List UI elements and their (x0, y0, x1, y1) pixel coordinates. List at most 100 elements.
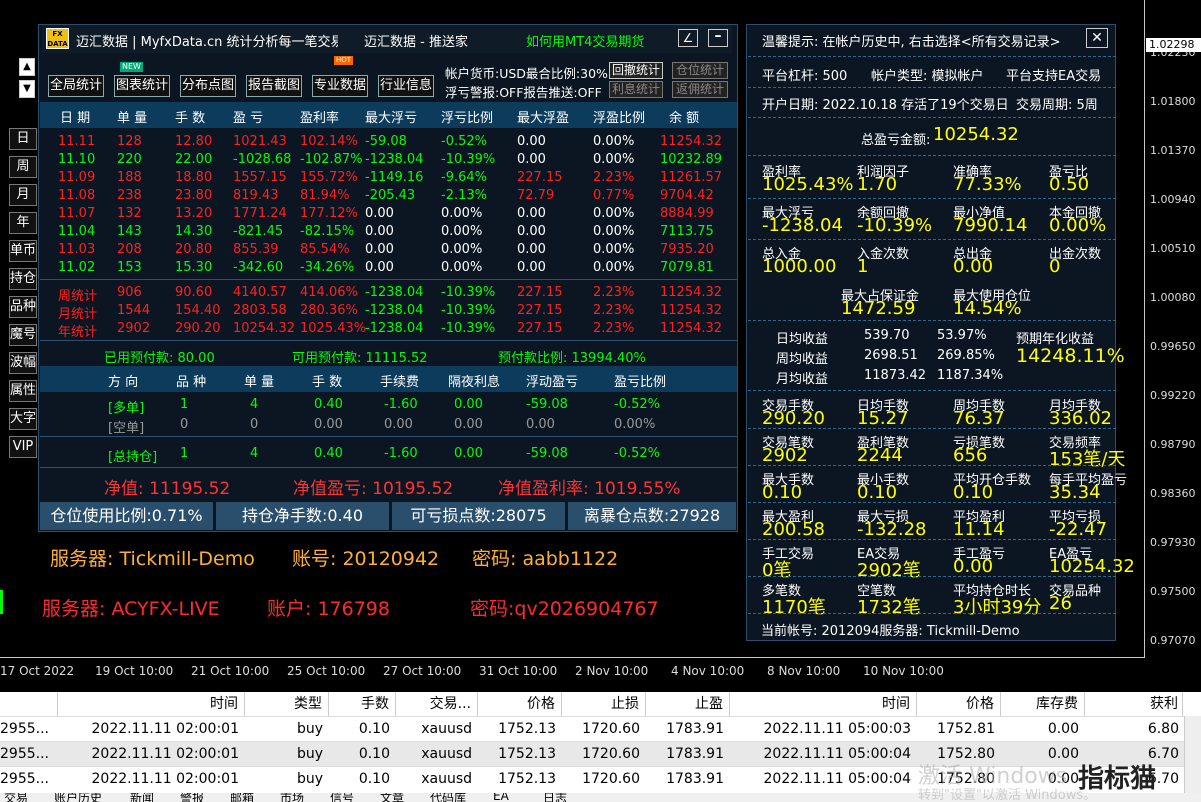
side-button-week[interactable]: 周 (9, 156, 37, 178)
terminal-tab[interactable]: 信号 (330, 793, 354, 802)
terminal-tab[interactable]: 账户历史 (54, 793, 102, 802)
distribution-button[interactable]: 分布点图 (180, 75, 236, 97)
table-cell: 1720.60 (582, 721, 640, 737)
summary-cell: 2.23% (593, 321, 635, 336)
scroll-up-icon[interactable]: ▲ (19, 58, 35, 76)
terminal-tab[interactable]: 日志 (543, 793, 567, 802)
price-label: 0.97500 (1150, 585, 1196, 598)
pro-data-button[interactable]: 专业数据 (312, 75, 368, 97)
summary-cell: 月统计 (58, 307, 98, 322)
net-lots-stat: 持仓净手数:0.40 (216, 502, 389, 530)
avg-value: 2698.51 (864, 348, 918, 363)
col-symbol[interactable]: 交易... (396, 692, 478, 716)
terminal-tab[interactable]: 交易 (4, 793, 28, 802)
position-cell: -1.60 (384, 397, 418, 412)
side-button-attr[interactable]: 属性 (9, 380, 37, 402)
position-cell: 0.40 (314, 446, 343, 461)
col-date: 日 期 (60, 111, 91, 126)
rebate-stats-button[interactable]: 返佣统计 (672, 81, 728, 98)
col-profit-rate: 盈利率 (300, 111, 340, 126)
stats-cell: 0.00% (593, 224, 635, 239)
stats-cell: 208 (117, 242, 142, 257)
table-cell: 1720.60 (582, 746, 640, 762)
col-close-time[interactable]: 时间 (730, 692, 917, 716)
chart-stats-button[interactable]: 图表统计 (114, 75, 170, 97)
position-cell: 1 (180, 446, 189, 461)
side-button-year[interactable]: 年 (9, 212, 37, 234)
mt4-futures-link[interactable]: 如何用MT4交易期货 (526, 31, 644, 50)
position-stats-button[interactable]: 仓位统计 (672, 62, 728, 79)
terminal-tab[interactable]: 市场 (280, 793, 304, 802)
col-close-price[interactable]: 价格 (917, 692, 1001, 716)
stats-cell: 238 (117, 188, 142, 203)
stats-cell: 188 (117, 170, 142, 185)
side-button-magic[interactable]: 魔号 (9, 324, 37, 346)
global-stats-button[interactable]: 全局统计 (48, 75, 104, 97)
side-button-bigfont[interactable]: 大字 (9, 408, 37, 430)
col-tp[interactable]: 止盈 (646, 692, 730, 716)
col-open-time[interactable]: 时间 (58, 692, 245, 716)
scroll-down-icon[interactable]: ▼ (19, 80, 35, 98)
report-screenshot-button[interactable]: 报告截图 (246, 75, 302, 97)
position-cell: 4 (250, 446, 259, 461)
stats-cell: 85.54% (300, 242, 350, 257)
terminal-tab[interactable]: 代码库 (430, 793, 466, 802)
price-label: 1.00510 (1150, 242, 1196, 255)
divider (748, 428, 1116, 429)
stats-cell: 14.30 (175, 224, 213, 239)
terminal-tab[interactable]: 新闻 (130, 793, 154, 802)
metric-value: 2902笔 (857, 560, 921, 581)
stats-cell: 22.00 (175, 152, 213, 167)
side-button-position[interactable]: 持仓 (9, 268, 37, 290)
terminal-tab[interactable]: 警报 (180, 793, 204, 802)
summary-cell: 4140.57 (233, 285, 287, 300)
metric-value: 0.50 (1049, 174, 1090, 195)
col-swap[interactable]: 库存费 (1001, 692, 1085, 716)
side-button-symbol[interactable]: 品种 (9, 296, 37, 318)
col-lots[interactable]: 手数 (329, 692, 396, 716)
summary-cell: 90.60 (175, 285, 213, 300)
stats-cell: 155.72% (300, 170, 358, 185)
industry-info-button[interactable]: 行业信息 (378, 75, 434, 97)
divider (748, 320, 1116, 321)
total-pl-value: 10254.32 (933, 124, 1019, 145)
minimize-icon[interactable]: – (708, 29, 728, 47)
col-profit[interactable]: 获利 (1085, 692, 1183, 716)
col-sl[interactable]: 止损 (562, 692, 646, 716)
terminal-tab[interactable]: 文章 (380, 793, 404, 802)
edit-icon[interactable]: ∠ (678, 29, 698, 47)
side-button-day[interactable]: 日 (9, 128, 37, 150)
divider (748, 239, 1116, 240)
summary-cell: 154.40 (175, 303, 221, 318)
col-price[interactable]: 价格 (478, 692, 562, 716)
indicator-bar (0, 590, 3, 614)
scrollbar[interactable] (1184, 716, 1201, 794)
position-cell: -59.08 (526, 397, 568, 412)
metric-value: 1 (857, 256, 869, 277)
drawdown-stats-button[interactable]: 回撤统计 (609, 62, 663, 79)
stats-cell: 81.94% (300, 188, 350, 203)
side-button-single[interactable]: 单币 (9, 240, 37, 262)
close-icon[interactable]: ✕ (1086, 28, 1108, 48)
side-button-vip[interactable]: VIP (9, 436, 37, 458)
table-cell: xauusd (421, 771, 472, 787)
leverage: 平台杠杆: 500 (762, 69, 848, 84)
interest-stats-button[interactable]: 利息统计 (609, 81, 663, 98)
stats-cell: 23.80 (175, 188, 213, 203)
position-cell: 0.00 (454, 397, 483, 412)
terminal-tab[interactable]: 邮箱 (230, 793, 254, 802)
side-button-month[interactable]: 月 (9, 184, 37, 206)
col-type[interactable]: 类型 (245, 692, 329, 716)
side-button-range[interactable]: 波幅 (9, 352, 37, 374)
price-label: 1.00940 (1150, 193, 1196, 206)
time-axis: 17 Oct 2022 19 Oct 10:00 21 Oct 10:00 25… (0, 660, 1146, 682)
stats-cell: -1238.04 (365, 152, 424, 167)
mt4-window: 1.02230 1.01800 1.01370 1.00940 1.00510 … (0, 0, 1201, 802)
position-cell: 4 (250, 397, 259, 412)
divider (748, 87, 1116, 88)
table-row[interactable]: 2955... 2022.11.11 02:00:01 buy 0.10 xauusd 1… (0, 716, 1201, 741)
terminal-tab[interactable]: EA (493, 793, 509, 802)
position-cell: [空单] (108, 421, 145, 436)
stats-cell: 132 (117, 206, 142, 221)
stats-cell: 11.07 (58, 206, 96, 221)
